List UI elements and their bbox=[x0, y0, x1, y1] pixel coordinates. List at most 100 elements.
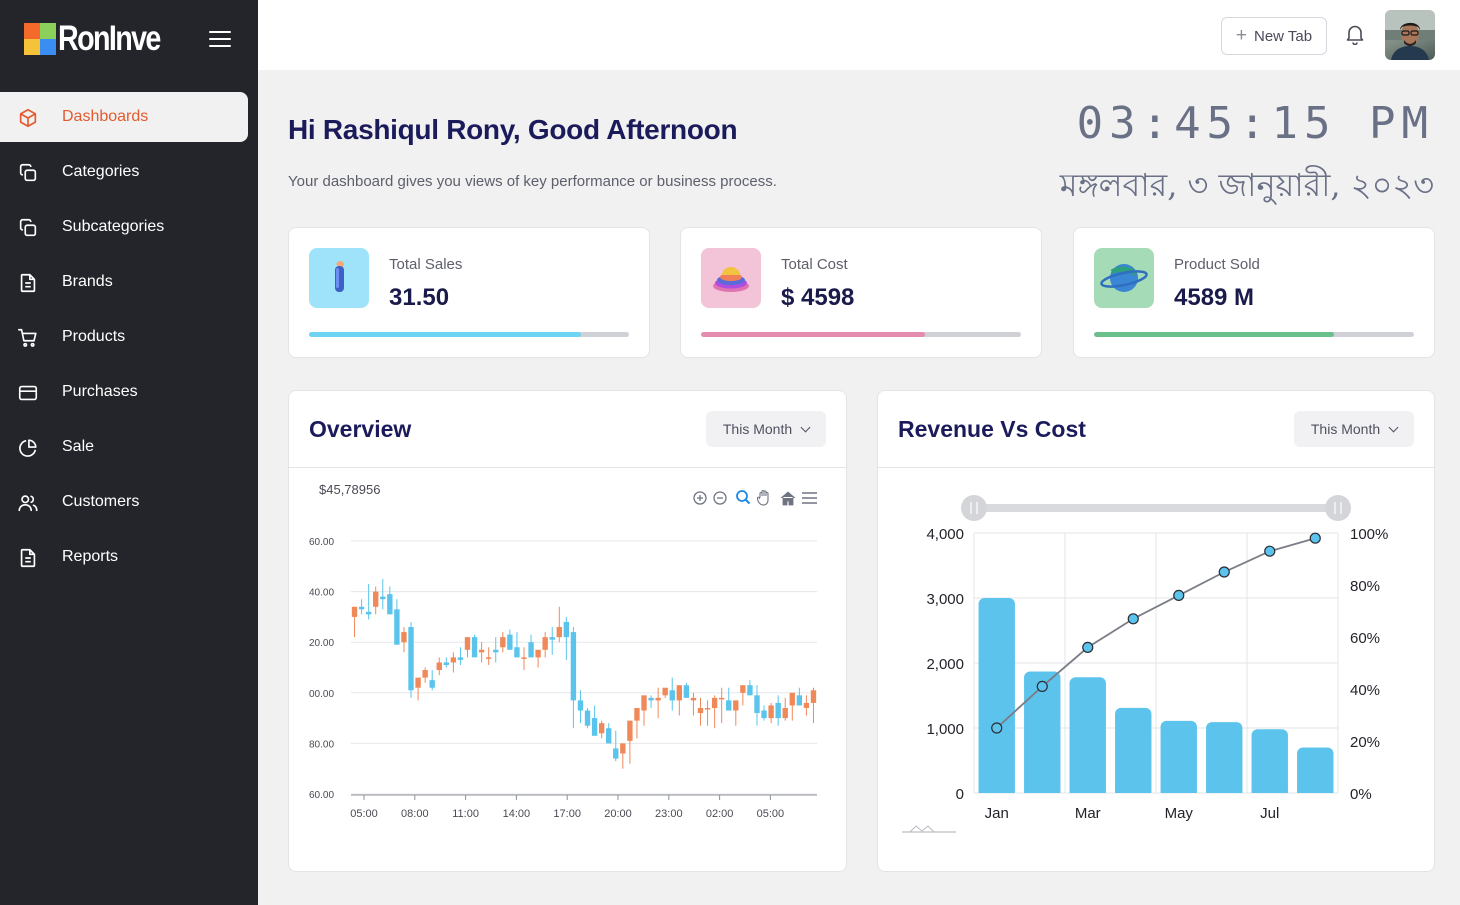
avatar[interactable] bbox=[1385, 10, 1435, 60]
candle-body[interactable] bbox=[577, 700, 584, 711]
reset-home-icon[interactable] bbox=[780, 491, 796, 506]
candle-body[interactable] bbox=[380, 596, 386, 600]
candle-body[interactable] bbox=[478, 649, 485, 653]
sidebar-item-subcategories[interactable]: Subcategories bbox=[0, 202, 248, 252]
candle-body[interactable] bbox=[514, 647, 520, 658]
sidebar-item-purchases[interactable]: Purchases bbox=[0, 367, 248, 417]
candle-body[interactable] bbox=[803, 702, 810, 708]
candle-body[interactable] bbox=[351, 606, 358, 617]
candle-body[interactable] bbox=[521, 657, 527, 659]
bar[interactable] bbox=[1069, 677, 1106, 793]
sidebar-item-brands[interactable]: Brands bbox=[0, 257, 248, 307]
zoom-out-icon[interactable] bbox=[713, 491, 727, 505]
candle-body[interactable] bbox=[563, 621, 570, 638]
candle-body[interactable] bbox=[493, 649, 499, 653]
candle-body[interactable] bbox=[443, 662, 450, 665]
candle-body[interactable] bbox=[810, 690, 817, 703]
candle-body[interactable] bbox=[429, 680, 435, 688]
candle-body[interactable] bbox=[387, 594, 393, 615]
candle-body[interactable] bbox=[457, 657, 464, 660]
candle-body[interactable] bbox=[584, 710, 591, 726]
candle-body[interactable] bbox=[500, 637, 506, 648]
bell-icon[interactable] bbox=[1345, 23, 1365, 46]
candle-body[interactable] bbox=[655, 697, 661, 701]
candle-body[interactable] bbox=[464, 637, 471, 650]
line-point[interactable] bbox=[1264, 545, 1276, 557]
candle-body[interactable] bbox=[358, 606, 365, 610]
candle-body[interactable] bbox=[754, 695, 760, 714]
sidebar-item-dashboards[interactable]: Dashboards bbox=[0, 92, 248, 142]
sidebar-item-reports[interactable]: Reports bbox=[0, 532, 248, 582]
candle-body[interactable] bbox=[697, 707, 704, 714]
overview-period-dropdown[interactable]: This Month bbox=[706, 411, 826, 447]
line-point[interactable] bbox=[1036, 680, 1048, 692]
sidebar-item-products[interactable]: Products bbox=[0, 312, 248, 362]
candle-body[interactable] bbox=[683, 685, 690, 698]
candle-body[interactable] bbox=[620, 743, 626, 754]
selection-zoom-icon[interactable] bbox=[736, 490, 751, 505]
candle-body[interactable] bbox=[613, 748, 619, 759]
candle-body[interactable] bbox=[711, 697, 718, 708]
bar[interactable] bbox=[1206, 722, 1243, 793]
candle-body[interactable] bbox=[726, 700, 732, 711]
candle-body[interactable] bbox=[775, 702, 781, 719]
candle-body[interactable] bbox=[606, 728, 612, 744]
app-logo[interactable]: RonInve bbox=[24, 19, 182, 58]
candle-body[interactable] bbox=[598, 723, 605, 734]
candle-body[interactable] bbox=[415, 677, 421, 688]
candle-body[interactable] bbox=[740, 685, 746, 693]
candle-body[interactable] bbox=[690, 697, 697, 701]
bar[interactable] bbox=[1160, 720, 1197, 793]
candle-body[interactable] bbox=[394, 609, 400, 645]
candle-body[interactable] bbox=[662, 687, 668, 696]
bar[interactable] bbox=[1115, 707, 1152, 793]
range-slider[interactable] bbox=[961, 495, 1351, 521]
pan-hand-icon[interactable] bbox=[756, 489, 769, 506]
candle-body[interactable] bbox=[401, 632, 407, 643]
candle-body[interactable] bbox=[761, 710, 767, 719]
candle-body[interactable] bbox=[733, 700, 739, 711]
candle-body[interactable] bbox=[641, 695, 647, 711]
line-point[interactable] bbox=[1127, 613, 1139, 625]
candle-body[interactable] bbox=[507, 634, 513, 650]
candle-body[interactable] bbox=[408, 627, 414, 691]
candle-body[interactable] bbox=[485, 657, 492, 659]
candle-body[interactable] bbox=[542, 637, 548, 650]
new-tab-button[interactable]: + New Tab bbox=[1221, 17, 1327, 55]
candle-body[interactable] bbox=[570, 632, 577, 701]
candle-body[interactable] bbox=[789, 692, 795, 706]
revenue-period-dropdown[interactable]: This Month bbox=[1294, 411, 1414, 447]
bar[interactable] bbox=[978, 598, 1015, 793]
zoom-in-icon[interactable] bbox=[693, 491, 707, 505]
candlestick-chart[interactable]: $45,78956 60.00 40.00 20.00 00.00 80.00 60.00 bbox=[289, 468, 846, 868]
menu-icon[interactable] bbox=[802, 492, 817, 504]
candle-body[interactable] bbox=[591, 718, 598, 736]
candle-body[interactable] bbox=[648, 697, 654, 701]
slider-handle-left[interactable] bbox=[961, 495, 987, 521]
candle-body[interactable] bbox=[471, 637, 478, 658]
candle-body[interactable] bbox=[718, 697, 725, 700]
candle-body[interactable] bbox=[768, 705, 774, 719]
candle-body[interactable] bbox=[556, 627, 562, 638]
line-point[interactable] bbox=[1218, 566, 1230, 578]
candle-body[interactable] bbox=[747, 685, 753, 696]
candle-body[interactable] bbox=[528, 642, 534, 658]
candle-body[interactable] bbox=[422, 670, 428, 678]
candle-body[interactable] bbox=[535, 649, 541, 658]
candle-body[interactable] bbox=[365, 611, 372, 615]
candle-body[interactable] bbox=[704, 707, 711, 710]
line-point[interactable] bbox=[991, 722, 1003, 734]
line-point[interactable] bbox=[1173, 589, 1185, 602]
bar[interactable] bbox=[1297, 747, 1334, 794]
candle-body[interactable] bbox=[627, 720, 633, 741]
candle-body[interactable] bbox=[669, 690, 675, 701]
sidebar-item-customers[interactable]: Customers bbox=[0, 477, 248, 527]
candle-body[interactable] bbox=[782, 707, 788, 719]
candle-body[interactable] bbox=[373, 591, 379, 607]
sidebar-item-categories[interactable]: Categories bbox=[0, 147, 248, 197]
line-point[interactable] bbox=[1082, 641, 1094, 653]
candle-body[interactable] bbox=[549, 637, 555, 640]
candle-body[interactable] bbox=[436, 662, 442, 671]
candle-body[interactable] bbox=[796, 695, 803, 706]
candle-body[interactable] bbox=[676, 685, 683, 701]
